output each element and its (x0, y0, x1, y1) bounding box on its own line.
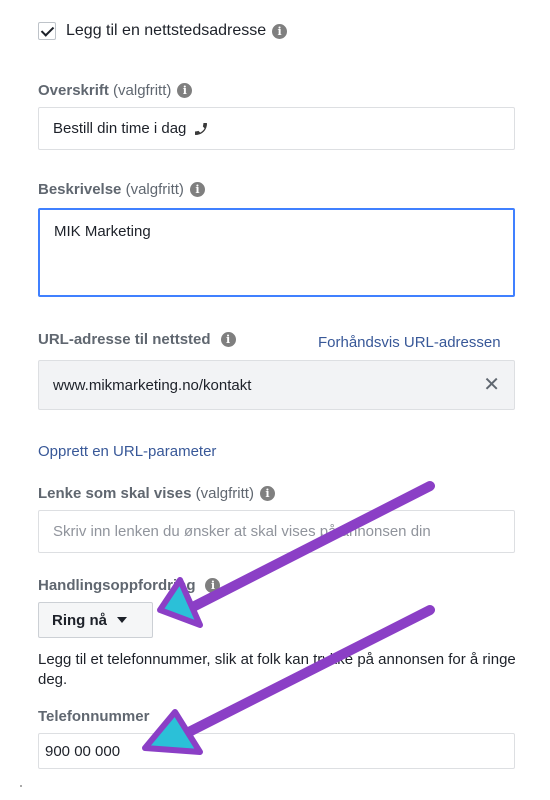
description-label: Beskrivelse (valgfritt) i (38, 181, 205, 198)
description-textarea[interactable]: MIK Marketing (38, 208, 515, 297)
display-link-placeholder: Skriv inn lenken du ønsker at skal vises… (53, 523, 431, 540)
url-input-value: www.mikmarketing.no/kontakt (53, 376, 252, 394)
stray-dot (20, 785, 22, 787)
headline-optional-text: (valgfritt) (113, 82, 172, 99)
cta-label-text: Handlingsoppfordring (38, 577, 196, 594)
phone-input-value: 900 00 000 (45, 742, 121, 760)
info-icon[interactable]: i (272, 23, 288, 39)
cta-selected-value: Ring nå (52, 611, 107, 629)
headline-input-value: Bestill din time i dag (53, 120, 187, 137)
phone-icon (195, 122, 208, 135)
info-icon[interactable]: i (259, 486, 275, 501)
ad-link-settings-panel: Legg til en nettstedsadresse i Overskrif… (0, 0, 550, 800)
headline-input[interactable]: Bestill din time i dag (38, 107, 515, 150)
display-link-input[interactable]: Skriv inn lenken du ønsker at skal vises… (38, 510, 515, 553)
display-link-optional-text: (valgfritt) (195, 485, 254, 502)
headline-label: Overskrift (valgfritt) i (38, 82, 193, 99)
annotation-arrow (157, 481, 435, 628)
phone-label: Telefonnummer (38, 708, 150, 725)
info-icon[interactable]: i (220, 332, 236, 347)
description-optional-text: (valgfritt) (125, 181, 184, 198)
url-label-text: URL-adresse til nettsted (38, 331, 211, 348)
phone-input[interactable]: 900 00 000 (38, 733, 515, 769)
url-label: URL-adresse til nettsted i (38, 331, 236, 348)
website-checkbox-label: Legg til en nettstedsadresse (66, 22, 267, 39)
phone-helper-text: Legg til et telefonnummer, slik at folk … (38, 651, 516, 688)
info-icon[interactable]: i (205, 578, 221, 593)
display-link-label: Lenke som skal vises (valgfritt) i (38, 485, 275, 502)
cta-dropdown[interactable]: Ring nå (38, 602, 153, 638)
caret-down-icon (117, 617, 127, 623)
headline-label-text: Overskrift (38, 82, 109, 99)
display-link-label-text: Lenke som skal vises (38, 485, 192, 502)
close-icon[interactable]: ✕ (483, 375, 500, 395)
description-label-text: Beskrivelse (38, 181, 122, 198)
create-url-parameter-link[interactable]: Opprett en URL-parameter (38, 443, 216, 460)
info-icon[interactable]: i (177, 83, 193, 98)
url-input[interactable]: www.mikmarketing.no/kontakt ✕ (38, 360, 515, 410)
preview-url-link[interactable]: Forhåndsvis URL-adressen (318, 334, 501, 351)
info-icon[interactable]: i (189, 182, 205, 197)
website-checkbox[interactable] (38, 22, 56, 40)
website-checkbox-row[interactable]: Legg til en nettstedsadresse i (38, 22, 288, 40)
cta-label: Handlingsoppfordring i (38, 577, 221, 594)
